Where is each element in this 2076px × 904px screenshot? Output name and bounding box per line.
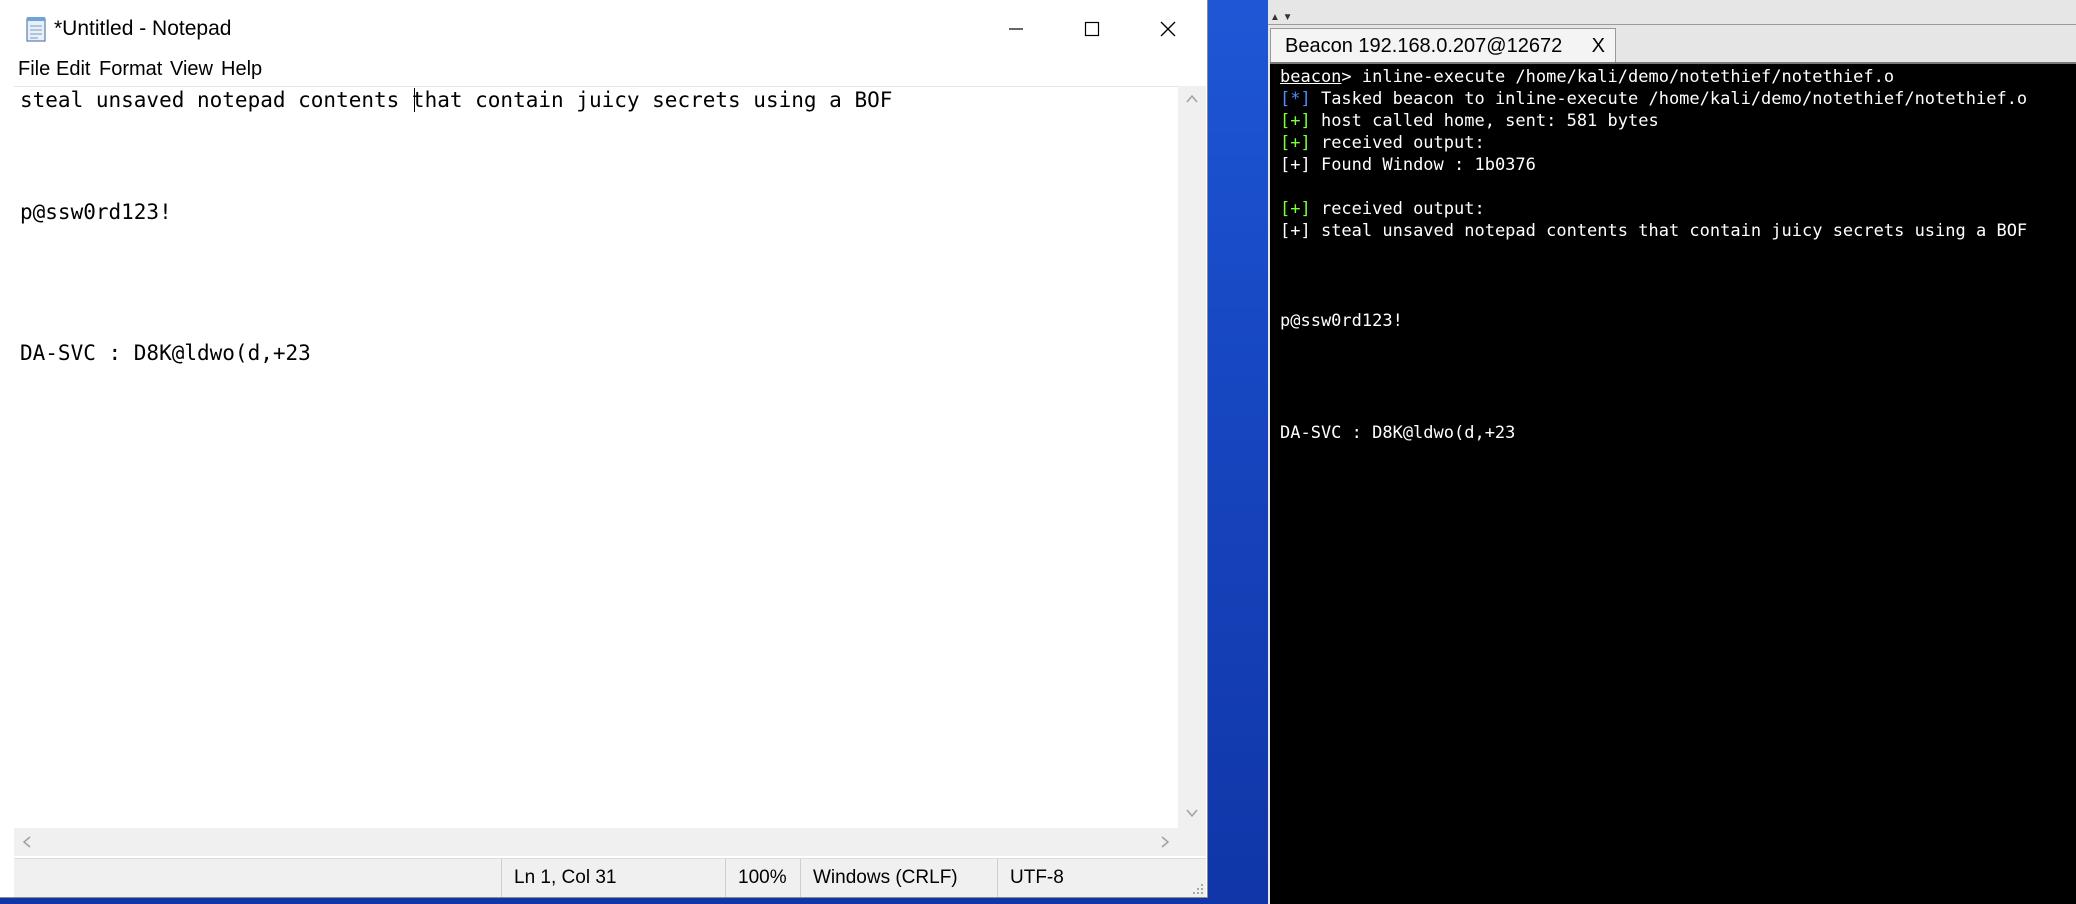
menu-edit[interactable]: Edit (56, 57, 90, 81)
menu-bar: File Edit Format View Help (0, 54, 1207, 84)
divider (1268, 24, 2076, 25)
beacon-panel: ▲ ▼ Beacon 192.168.0.207@12672 X beacon>… (1268, 0, 2076, 904)
tab-beacon[interactable]: Beacon 192.168.0.207@12672 X (1270, 28, 1616, 62)
status-cursor-position: Ln 1, Col 31 (501, 859, 725, 897)
output-text: host called home, sent: 581 bytes (1310, 111, 1659, 131)
scroll-right-icon[interactable] (1160, 836, 1170, 848)
text-caret (414, 88, 415, 112)
scroll-up-icon[interactable] (1186, 94, 1198, 104)
vertical-scrollbar[interactable] (1178, 86, 1206, 828)
output-text: Found Window : 1b0376 (1310, 155, 1536, 175)
output-tag: [+] (1280, 133, 1311, 153)
notepad-titlebar[interactable]: *Untitled - Notepad (0, 0, 1207, 58)
command-text: > inline-execute /home/kali/demo/notethi… (1341, 67, 1895, 87)
scroll-left-icon[interactable] (22, 836, 32, 848)
notepad-window: *Untitled - Notepad File Edit Format Vie… (0, 0, 1208, 898)
output-tag: [+] (1280, 155, 1311, 175)
tab-label: Beacon 192.168.0.207@12672 (1285, 35, 1563, 57)
close-button[interactable] (1130, 0, 1206, 58)
output-tag: [*] (1280, 89, 1311, 109)
horizontal-scrollbar[interactable] (14, 828, 1178, 856)
menu-view[interactable]: View (170, 57, 213, 81)
minimize-icon (1009, 28, 1023, 30)
output-tag: [+] (1280, 221, 1311, 241)
minimize-button[interactable] (978, 0, 1054, 58)
console-prompt: beacon (1280, 67, 1342, 87)
scrollbar-corner (1178, 828, 1206, 856)
window-title: *Untitled - Notepad (54, 17, 232, 40)
output-text: received output: (1310, 133, 1485, 153)
menu-format[interactable]: Format (99, 57, 162, 81)
command-line: beacon> inline-execute /home/kali/demo/n… (1280, 66, 1894, 88)
status-zoom: 100% (725, 859, 800, 897)
output-line: [+] received output: (1280, 198, 1485, 220)
output-tag: [+] (1280, 111, 1311, 131)
status-bar: Ln 1, Col 31 100% Windows (CRLF) UTF-8 (14, 858, 1206, 897)
maximize-button[interactable] (1054, 0, 1130, 58)
output-tag: [+] (1280, 199, 1311, 219)
text-line: p@ssw0rd123! (20, 200, 172, 224)
resize-grip-icon[interactable] (1192, 883, 1204, 895)
output-text: Tasked beacon to inline-execute /home/ka… (1310, 89, 2028, 109)
notepad-icon (26, 17, 46, 42)
scroll-down-icon[interactable] (1186, 808, 1198, 818)
text-editor[interactable]: steal unsaved notepad contents that cont… (14, 86, 1178, 829)
status-encoding: UTF-8 (997, 859, 1206, 897)
output-line: [+] received output: (1280, 132, 1485, 154)
split-arrows-icon[interactable]: ▲ ▼ (1270, 12, 1293, 23)
menu-file[interactable]: File (18, 57, 50, 81)
beacon-console[interactable]: beacon> inline-execute /home/kali/demo/n… (1270, 62, 2076, 904)
tab-close-button[interactable]: X (1592, 32, 1605, 60)
loot-line: p@ssw0rd123! (1280, 311, 1403, 331)
output-line: [*] Tasked beacon to inline-execute /hom… (1280, 88, 2027, 110)
output-line: [+] host called home, sent: 581 bytes (1280, 110, 1659, 132)
output-text: steal unsaved notepad contents that cont… (1310, 221, 2028, 241)
output-line: [+] Found Window : 1b0376 (1280, 154, 1536, 176)
output-text: received output: (1310, 199, 1485, 219)
text-line: steal unsaved notepad contents that cont… (20, 88, 893, 112)
maximize-icon (1084, 21, 1100, 37)
loot-line: DA-SVC : D8K@ldwo(d,+23 (1280, 423, 1516, 443)
close-icon (1160, 21, 1176, 37)
status-line-ending: Windows (CRLF) (800, 859, 997, 897)
text-line: DA-SVC : D8K@ldwo(d,+23 (20, 341, 311, 365)
menu-help[interactable]: Help (221, 57, 262, 81)
output-line: [+] steal unsaved notepad contents that … (1280, 220, 2027, 242)
